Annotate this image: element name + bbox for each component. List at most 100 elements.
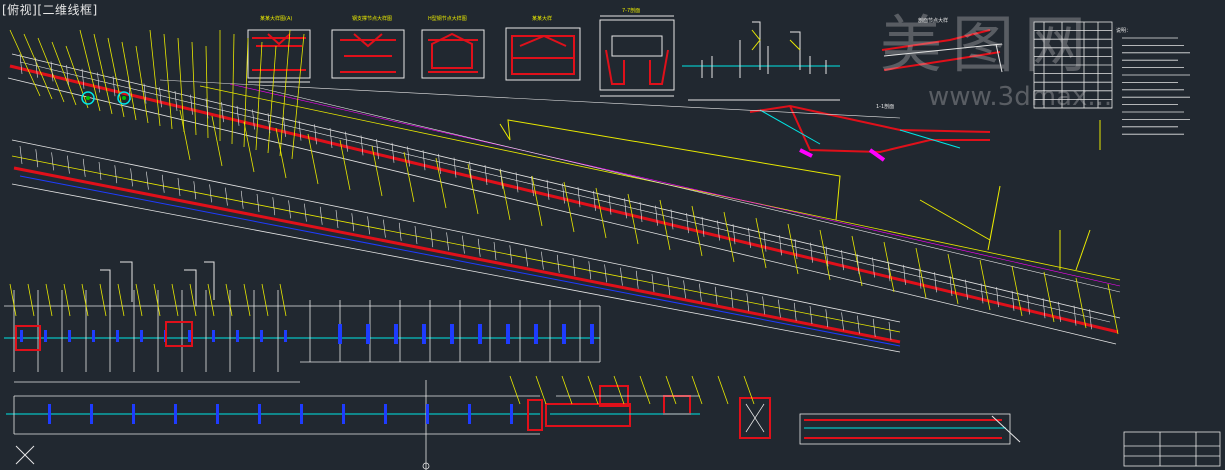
hatch-tick [484,164,488,186]
leader-line [63,283,71,317]
hatch-tick [391,142,395,163]
leader-line [45,283,53,317]
blue-stiffener [92,330,95,342]
leader-line [243,283,251,317]
leader-line [1075,277,1087,329]
blue-stiffener [212,330,215,342]
hatch-tick [272,197,276,216]
hatch-tick [477,238,481,257]
hatch-tick [190,94,193,115]
hatch-tick [298,120,302,141]
leader-line [177,37,185,133]
hatch-tick [857,315,860,334]
blue-stiffener [478,324,482,344]
notes-title: 说明： [1116,27,1131,34]
hatch-tick [453,157,457,178]
hatch-tick [335,209,339,229]
blue-stiffener [188,330,191,342]
hatch-tick [525,248,528,267]
hatch-tick [267,113,271,134]
hatch-tick [35,149,39,168]
leader-line [883,241,895,293]
hatch-tick [809,305,813,325]
leader-line [79,29,101,112]
hatch-tick [422,150,426,171]
blue-stiffener [394,324,398,344]
leader-line [9,29,41,97]
hatch-tick [252,109,255,130]
blue-stiffener [68,330,71,342]
blue-stiffener [468,404,471,424]
blue-stiffener [116,330,119,342]
blue-stiffener [20,330,23,342]
ucs-axis-icon [15,445,35,465]
section-detail-3: H型钢节点大样图 [421,15,485,79]
blue-stiffener [236,330,239,342]
leader-line [743,375,755,405]
hatch-tick [221,102,224,123]
hatch-tick [97,72,100,93]
section-detail-6 [682,21,840,101]
hatch-tick [500,168,503,189]
blue-stiffener [90,404,93,424]
hatch-tick [367,216,370,235]
blue-stiffener [590,324,594,344]
leader-line [207,283,215,317]
leader-line [587,375,599,405]
hatch-tick [240,190,244,209]
watermark-site: www.3dmax... [928,82,1113,112]
hatch-tick [509,245,513,264]
leader-line [51,41,77,106]
leader-line [717,375,729,405]
hatch-tick [19,145,23,165]
leader-line [267,45,277,154]
leader-line [255,41,263,151]
blue-stiffener [132,404,135,424]
leader-line [1107,283,1119,335]
detail-title-2: 钢支撑节点大样图 [352,15,392,22]
leader-line [691,375,703,405]
leader-line [153,283,161,317]
hatch-tick [67,155,70,174]
hatch-tick [82,158,86,177]
hatch-tick [146,171,149,190]
hatch-tick [825,309,829,328]
hatch-tick [98,161,102,181]
watermark-brand: 美图网 [880,8,1097,81]
detail-title-6: 1-1剖面 [876,103,894,110]
leader-line [639,375,651,405]
elevation-bottom-right [799,413,1021,445]
elevation-left [4,261,601,383]
elevation-bottom [6,380,543,470]
blue-stiffener [258,404,261,424]
leader-line [291,33,305,160]
blue-stiffener [174,404,177,424]
blue-stiffener [534,324,538,344]
hatch-tick [256,193,260,213]
hatch-tick [288,200,291,219]
cad-drawing-viewport[interactable]: [俯视][二维线框] 某某大样图(A) 钢支撑节点大样图 H型钢节点大样图 某某… [0,0,1225,470]
hatch-tick [407,146,410,167]
leader-line [205,45,209,139]
hatch-tick [283,116,286,137]
detail-title-1: 某某大样图(A) [260,15,292,22]
leader-line [179,109,191,161]
blue-stiffener [506,324,510,344]
hatch-tick [376,139,379,160]
leader-line [135,283,143,317]
hatch-tick [398,222,402,241]
hatch-tick [114,165,118,184]
detail-title-4: 某某大样 [532,15,552,22]
hatch-tick [112,76,116,97]
hatch-tick [161,174,165,193]
hatch-tick [236,105,240,126]
hatch-tick [608,194,612,215]
blue-stiffener [300,404,303,424]
hatch-tick [225,187,228,206]
leader-line [563,181,575,233]
leader-line [189,283,197,317]
leader-line [231,33,235,145]
hatch-tick [193,181,197,200]
elevation-bottom-middle [509,375,771,439]
leader-line [171,283,179,317]
